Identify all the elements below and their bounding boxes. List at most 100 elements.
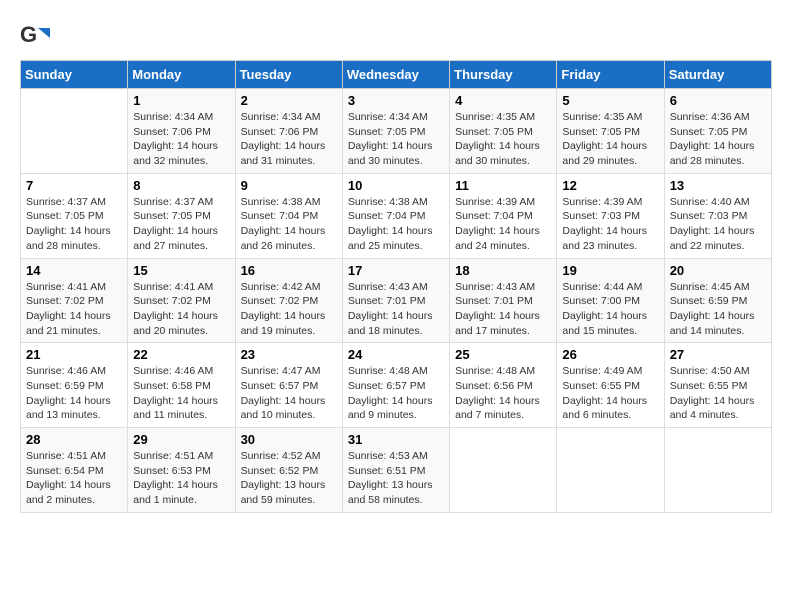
day-number: 19 <box>562 263 658 278</box>
day-info: Sunrise: 4:48 AM Sunset: 6:57 PM Dayligh… <box>348 364 444 423</box>
day-info: Sunrise: 4:42 AM Sunset: 7:02 PM Dayligh… <box>241 280 337 339</box>
day-info: Sunrise: 4:47 AM Sunset: 6:57 PM Dayligh… <box>241 364 337 423</box>
day-info: Sunrise: 4:35 AM Sunset: 7:05 PM Dayligh… <box>562 110 658 169</box>
day-of-week-header: Wednesday <box>342 61 449 89</box>
day-info: Sunrise: 4:52 AM Sunset: 6:52 PM Dayligh… <box>241 449 337 508</box>
calendar-day-cell: 24Sunrise: 4:48 AM Sunset: 6:57 PM Dayli… <box>342 343 449 428</box>
day-number: 23 <box>241 347 337 362</box>
day-number: 5 <box>562 93 658 108</box>
day-number: 22 <box>133 347 229 362</box>
day-number: 2 <box>241 93 337 108</box>
day-number: 25 <box>455 347 551 362</box>
calendar-day-cell: 29 Sunrise: 4:51 AM Sunset: 6:53 PM Dayli… <box>128 428 235 513</box>
day-info: Sunrise: 4:39 AM Sunset: 7:04 PM Dayligh… <box>455 195 551 254</box>
calendar-day-cell: 25 Sunrise: 4:48 AM Sunset: 6:56 PM Dayli… <box>450 343 557 428</box>
calendar-day-cell: 27 Sunrise: 4:50 AM Sunset: 6:55 PM Dayli… <box>664 343 771 428</box>
calendar-week-row: 28 Sunrise: 4:51 AM Sunset: 6:54 PM Dayli… <box>21 428 772 513</box>
day-info: Sunrise: 4:34 AM Sunset: 7:06 PM Dayligh… <box>133 110 229 169</box>
calendar-week-row: 7Sunrise: 4:37 AM Sunset: 7:05 PM Daylig… <box>21 173 772 258</box>
day-number: 15 <box>133 263 229 278</box>
calendar-header: SundayMondayTuesdayWednesdayThursdayFrid… <box>21 61 772 89</box>
day-number: 3 <box>348 93 444 108</box>
day-info: Sunrise: 4:51 AM Sunset: 6:54 PM Dayligh… <box>26 449 122 508</box>
day-info: Sunrise: 4:41 AM Sunset: 7:02 PM Dayligh… <box>133 280 229 339</box>
day-info: Sunrise: 4:40 AM Sunset: 7:03 PM Dayligh… <box>670 195 766 254</box>
day-number: 12 <box>562 178 658 193</box>
day-info: Sunrise: 4:39 AM Sunset: 7:03 PM Dayligh… <box>562 195 658 254</box>
day-info: Sunrise: 4:37 AM Sunset: 7:05 PM Dayligh… <box>133 195 229 254</box>
calendar-day-cell: 22 Sunrise: 4:46 AM Sunset: 6:58 PM Dayli… <box>128 343 235 428</box>
calendar-day-cell: 3 Sunrise: 4:34 AM Sunset: 7:05 PM Daylig… <box>342 89 449 174</box>
day-number: 14 <box>26 263 122 278</box>
day-info: Sunrise: 4:35 AM Sunset: 7:05 PM Dayligh… <box>455 110 551 169</box>
calendar-week-row: 21Sunrise: 4:46 AM Sunset: 6:59 PM Dayli… <box>21 343 772 428</box>
calendar-day-cell: 8 Sunrise: 4:37 AM Sunset: 7:05 PM Daylig… <box>128 173 235 258</box>
calendar-day-cell: 16 Sunrise: 4:42 AM Sunset: 7:02 PM Dayli… <box>235 258 342 343</box>
calendar-day-cell: 13Sunrise: 4:40 AM Sunset: 7:03 PM Dayli… <box>664 173 771 258</box>
calendar-day-cell: 26Sunrise: 4:49 AM Sunset: 6:55 PM Dayli… <box>557 343 664 428</box>
day-info: Sunrise: 4:43 AM Sunset: 7:01 PM Dayligh… <box>455 280 551 339</box>
calendar-day-cell: 15 Sunrise: 4:41 AM Sunset: 7:02 PM Dayli… <box>128 258 235 343</box>
calendar-day-cell: 20Sunrise: 4:45 AM Sunset: 6:59 PM Dayli… <box>664 258 771 343</box>
day-info: Sunrise: 4:34 AM Sunset: 7:06 PM Dayligh… <box>241 110 337 169</box>
day-info: Sunrise: 4:34 AM Sunset: 7:05 PM Dayligh… <box>348 110 444 169</box>
days-of-week-row: SundayMondayTuesdayWednesdayThursdayFrid… <box>21 61 772 89</box>
calendar-day-cell: 21Sunrise: 4:46 AM Sunset: 6:59 PM Dayli… <box>21 343 128 428</box>
calendar-day-cell <box>664 428 771 513</box>
calendar-day-cell: 6 Sunrise: 4:36 AM Sunset: 7:05 PM Daylig… <box>664 89 771 174</box>
calendar-day-cell: 4 Sunrise: 4:35 AM Sunset: 7:05 PM Daylig… <box>450 89 557 174</box>
day-info: Sunrise: 4:38 AM Sunset: 7:04 PM Dayligh… <box>241 195 337 254</box>
calendar-day-cell: 19 Sunrise: 4:44 AM Sunset: 7:00 PM Dayli… <box>557 258 664 343</box>
day-info: Sunrise: 4:43 AM Sunset: 7:01 PM Dayligh… <box>348 280 444 339</box>
day-number: 17 <box>348 263 444 278</box>
day-of-week-header: Saturday <box>664 61 771 89</box>
day-of-week-header: Sunday <box>21 61 128 89</box>
day-number: 8 <box>133 178 229 193</box>
calendar-day-cell: 30 Sunrise: 4:52 AM Sunset: 6:52 PM Dayli… <box>235 428 342 513</box>
day-number: 1 <box>133 93 229 108</box>
calendar-week-row: 14 Sunrise: 4:41 AM Sunset: 7:02 PM Dayli… <box>21 258 772 343</box>
day-number: 9 <box>241 178 337 193</box>
day-info: Sunrise: 4:51 AM Sunset: 6:53 PM Dayligh… <box>133 449 229 508</box>
day-of-week-header: Tuesday <box>235 61 342 89</box>
svg-text:G: G <box>20 22 37 47</box>
day-info: Sunrise: 4:49 AM Sunset: 6:55 PM Dayligh… <box>562 364 658 423</box>
calendar-day-cell: 5 Sunrise: 4:35 AM Sunset: 7:05 PM Daylig… <box>557 89 664 174</box>
day-info: Sunrise: 4:41 AM Sunset: 7:02 PM Dayligh… <box>26 280 122 339</box>
day-info: Sunrise: 4:38 AM Sunset: 7:04 PM Dayligh… <box>348 195 444 254</box>
page-header: G <box>20 20 772 50</box>
day-info: Sunrise: 4:46 AM Sunset: 6:58 PM Dayligh… <box>133 364 229 423</box>
day-number: 21 <box>26 347 122 362</box>
calendar-body: 1 Sunrise: 4:34 AM Sunset: 7:06 PM Daylig… <box>21 89 772 513</box>
calendar-day-cell: 31 Sunrise: 4:53 AM Sunset: 6:51 PM Dayli… <box>342 428 449 513</box>
calendar-day-cell: 2 Sunrise: 4:34 AM Sunset: 7:06 PM Daylig… <box>235 89 342 174</box>
day-of-week-header: Monday <box>128 61 235 89</box>
calendar-day-cell: 9 Sunrise: 4:38 AM Sunset: 7:04 PM Daylig… <box>235 173 342 258</box>
day-number: 30 <box>241 432 337 447</box>
day-number: 27 <box>670 347 766 362</box>
calendar-day-cell: 12 Sunrise: 4:39 AM Sunset: 7:03 PM Dayli… <box>557 173 664 258</box>
day-info: Sunrise: 4:50 AM Sunset: 6:55 PM Dayligh… <box>670 364 766 423</box>
calendar-day-cell <box>557 428 664 513</box>
calendar-day-cell: 10Sunrise: 4:38 AM Sunset: 7:04 PM Dayli… <box>342 173 449 258</box>
day-info: Sunrise: 4:36 AM Sunset: 7:05 PM Dayligh… <box>670 110 766 169</box>
calendar-week-row: 1 Sunrise: 4:34 AM Sunset: 7:06 PM Daylig… <box>21 89 772 174</box>
day-info: Sunrise: 4:45 AM Sunset: 6:59 PM Dayligh… <box>670 280 766 339</box>
day-number: 31 <box>348 432 444 447</box>
calendar-table: SundayMondayTuesdayWednesdayThursdayFrid… <box>20 60 772 513</box>
day-info: Sunrise: 4:44 AM Sunset: 7:00 PM Dayligh… <box>562 280 658 339</box>
day-number: 11 <box>455 178 551 193</box>
day-number: 28 <box>26 432 122 447</box>
day-of-week-header: Thursday <box>450 61 557 89</box>
day-number: 18 <box>455 263 551 278</box>
day-number: 6 <box>670 93 766 108</box>
calendar-day-cell: 17 Sunrise: 4:43 AM Sunset: 7:01 PM Dayli… <box>342 258 449 343</box>
day-number: 29 <box>133 432 229 447</box>
calendar-day-cell <box>450 428 557 513</box>
day-info: Sunrise: 4:37 AM Sunset: 7:05 PM Dayligh… <box>26 195 122 254</box>
logo-icon: G <box>20 20 50 50</box>
day-number: 4 <box>455 93 551 108</box>
day-info: Sunrise: 4:53 AM Sunset: 6:51 PM Dayligh… <box>348 449 444 508</box>
day-info: Sunrise: 4:48 AM Sunset: 6:56 PM Dayligh… <box>455 364 551 423</box>
day-number: 16 <box>241 263 337 278</box>
